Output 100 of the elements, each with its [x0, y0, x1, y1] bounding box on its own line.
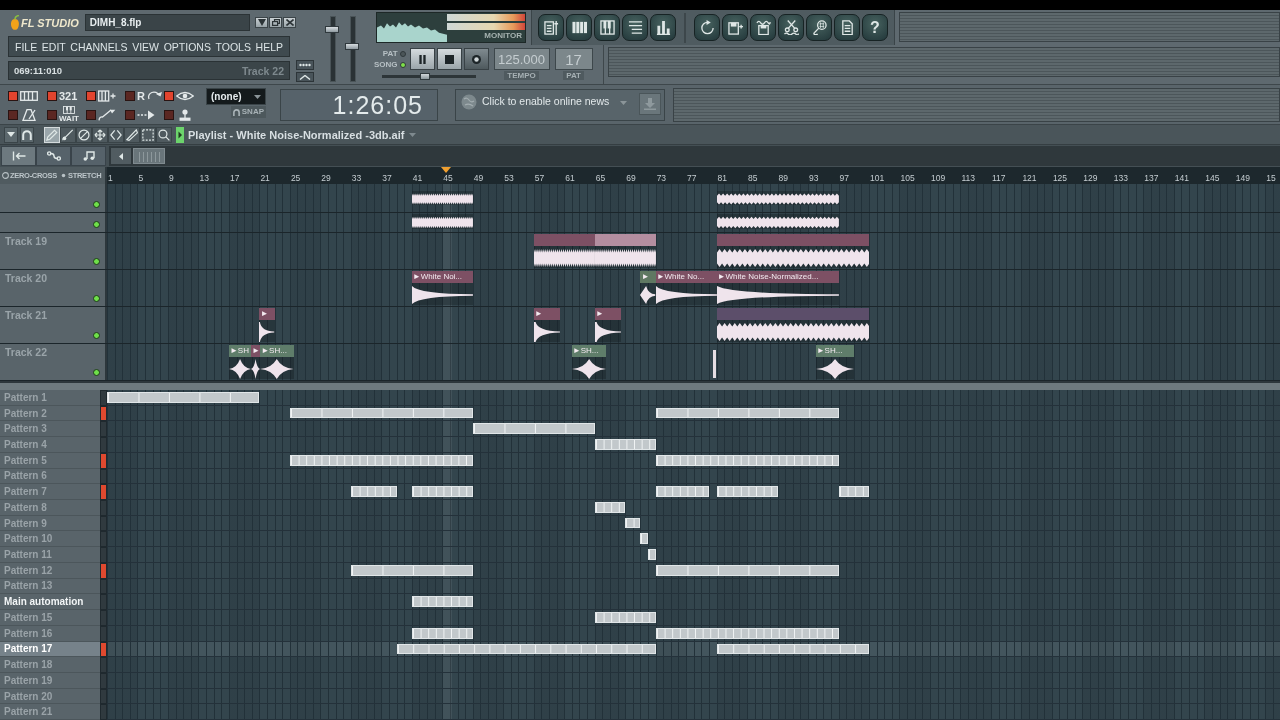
pattern-name[interactable]: Pattern 8: [0, 500, 100, 516]
audio-clip[interactable]: ►: [259, 308, 275, 342]
audio-clip[interactable]: [533, 234, 595, 268]
audio-clip[interactable]: ►SH: [228, 345, 251, 379]
tempo-display[interactable]: 125.000: [493, 48, 550, 70]
pattern-clip[interactable]: [655, 407, 839, 419]
audio-clip[interactable]: ►SH...: [260, 345, 294, 379]
clip-header[interactable]: [716, 308, 869, 320]
tool-button[interactable]: [156, 126, 172, 143]
clip-title[interactable]: ►SH...: [815, 345, 854, 357]
pattern-clip[interactable]: [396, 643, 656, 655]
menu-item[interactable]: EDIT: [41, 39, 66, 54]
pattern-clip[interactable]: [838, 486, 869, 498]
menu-item[interactable]: TOOLS: [215, 39, 251, 54]
audio-clip[interactable]: ►: [251, 345, 261, 379]
pattern-name[interactable]: Pattern 10: [0, 531, 100, 548]
audio-clip[interactable]: ►SH...: [571, 345, 607, 379]
track-name[interactable]: Track 19: [0, 233, 48, 247]
save-button[interactable]: [750, 14, 776, 41]
clip-title[interactable]: ►SH...: [571, 345, 607, 357]
close-button[interactable]: [283, 17, 296, 28]
clip-title[interactable]: ►: [533, 308, 561, 320]
view-tab[interactable]: [71, 146, 106, 166]
save-as-button[interactable]: [722, 14, 748, 41]
download-button[interactable]: [639, 93, 661, 115]
pattern-clip[interactable]: [648, 549, 656, 560]
menu-item[interactable]: CHANNELS: [70, 39, 128, 54]
audio-clip[interactable]: [594, 234, 656, 268]
audio-clip[interactable]: ►: [533, 308, 561, 342]
document-button[interactable]: [834, 14, 860, 41]
pattern-clip[interactable]: [107, 392, 260, 403]
small-button[interactable]: [296, 60, 314, 70]
audio-clip[interactable]: [716, 234, 869, 268]
tool-button[interactable]: [92, 126, 108, 143]
pattern-name[interactable]: Pattern 3: [0, 421, 100, 438]
pattern-clip[interactable]: [716, 486, 778, 498]
pattern-clip[interactable]: [350, 486, 397, 498]
pattern-name[interactable]: Pattern 11: [0, 547, 100, 563]
scrollbar-thumb[interactable]: [133, 148, 165, 164]
track-name[interactable]: Track 22: [0, 344, 48, 358]
menu-item[interactable]: VIEW: [132, 39, 159, 54]
track-switch-icon[interactable]: [93, 221, 100, 228]
mixer-button[interactable]: [650, 14, 676, 41]
pattern-clip[interactable]: [289, 454, 473, 466]
pattern-name[interactable]: Main automation: [0, 594, 100, 611]
news-text[interactable]: Click to enable online news: [482, 95, 610, 107]
piano-roll-button[interactable]: [594, 14, 620, 41]
clip-title[interactable]: ►SH...: [260, 345, 294, 357]
toggle-button[interactable]: 321: [47, 88, 86, 104]
pattern-name[interactable]: Pattern 4: [0, 437, 100, 453]
pattern-clip[interactable]: [411, 627, 473, 639]
pattern-clip[interactable]: [411, 596, 473, 608]
pattern-name[interactable]: Pattern 21: [0, 704, 100, 720]
pattern-clip[interactable]: [289, 407, 473, 419]
help-button[interactable]: ?: [862, 14, 888, 41]
slider-thumb[interactable]: [345, 42, 359, 50]
tool-button[interactable]: [60, 126, 76, 143]
menu-item[interactable]: HELP: [255, 39, 283, 54]
clip-title[interactable]: ►White Noise-Normalized...: [716, 271, 839, 283]
clip-header[interactable]: [716, 234, 869, 246]
clip-title[interactable]: ►: [640, 271, 656, 283]
clip-title[interactable]: ►White No...: [655, 271, 717, 283]
timeline-ruler[interactable]: 1 5 9 13 17 21 25 29 33 37 41 45 49 53 57 61 65 69 73 77 81 85 89 93 97 101 105 109 113 117 121 125 129 133 137 141 145 149 15: [107, 167, 1280, 184]
pattern-clip[interactable]: [350, 564, 473, 576]
pattern-clip[interactable]: [640, 533, 648, 545]
audio-clip[interactable]: ►SH...: [815, 345, 854, 379]
tool-button[interactable]: [124, 126, 140, 143]
track-switch-icon[interactable]: [93, 332, 100, 339]
clip-title[interactable]: ►White Noi...: [411, 271, 473, 283]
track-name[interactable]: Track 20: [0, 270, 48, 284]
pattern-clip[interactable]: [625, 517, 641, 529]
pattern-name[interactable]: Pattern 1: [0, 390, 100, 406]
track-name[interactable]: Track 21: [0, 307, 48, 321]
clip-title[interactable]: ►SH: [228, 345, 251, 357]
pause-button[interactable]: [409, 48, 435, 70]
pattern-name[interactable]: Pattern 18: [0, 657, 100, 673]
pattern-clip[interactable]: [655, 454, 839, 466]
audio-clip[interactable]: [411, 191, 473, 205]
track-switch-icon[interactable]: [93, 258, 100, 265]
pattern-clip[interactable]: [655, 486, 709, 498]
view-tab[interactable]: [36, 146, 71, 166]
stop-button[interactable]: [436, 48, 462, 70]
toggle-button[interactable]: WAIT: [47, 106, 86, 123]
slider-thumb[interactable]: [419, 73, 430, 80]
clip-header[interactable]: [533, 234, 595, 246]
step-sequencer-button[interactable]: [566, 14, 592, 41]
clip-title[interactable]: ►: [594, 308, 622, 320]
menu-item[interactable]: OPTIONS: [163, 39, 211, 54]
view-tab[interactable]: [1, 146, 36, 166]
pattern-clip[interactable]: [472, 423, 595, 435]
cut-button[interactable]: [778, 14, 804, 41]
slider-thumb[interactable]: [325, 26, 339, 34]
record-audio-button[interactable]: [806, 14, 832, 41]
track-switch-icon[interactable]: [93, 369, 100, 376]
menu-button[interactable]: [4, 126, 18, 143]
audio-clip[interactable]: [712, 350, 716, 378]
audio-clip[interactable]: ►White Noise-Normalized...: [716, 271, 839, 305]
pattern-name[interactable]: Pattern 15: [0, 610, 100, 626]
browser-button[interactable]: [622, 14, 648, 41]
restore-button[interactable]: [269, 17, 282, 28]
